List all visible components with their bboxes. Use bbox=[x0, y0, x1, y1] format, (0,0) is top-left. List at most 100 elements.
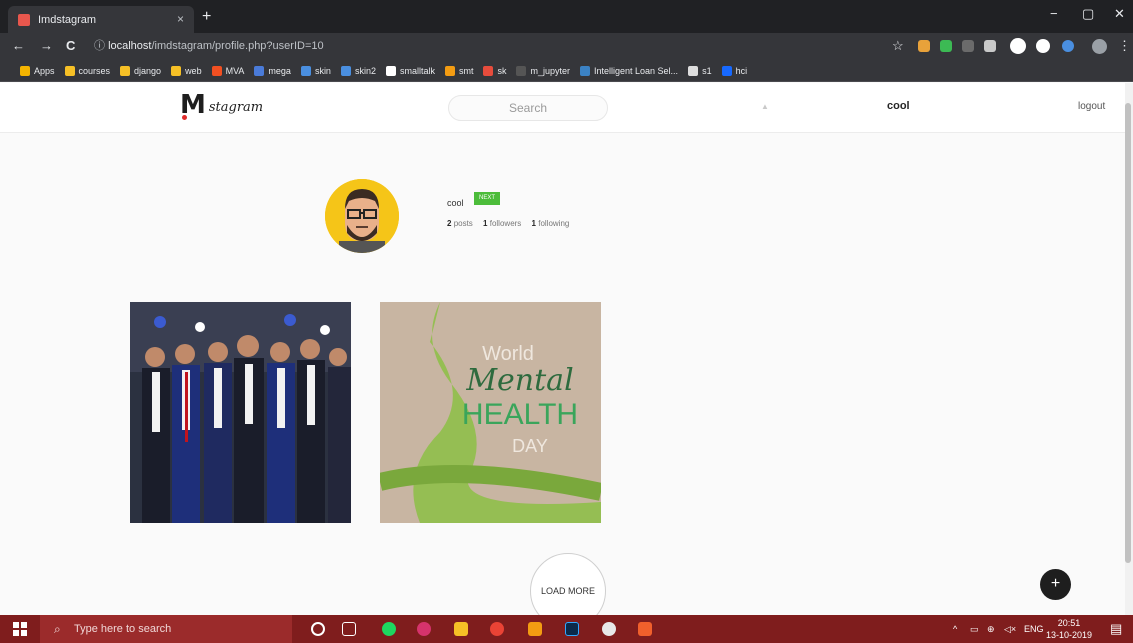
photoshop-icon[interactable] bbox=[565, 622, 579, 636]
search-icon: ⌕ bbox=[54, 622, 61, 636]
bookmark-icon bbox=[516, 65, 527, 76]
bookmark-icon bbox=[688, 65, 699, 76]
logo-dot-icon bbox=[182, 115, 187, 120]
extension-circle-icon[interactable] bbox=[1036, 39, 1050, 53]
bookmark-item[interactable]: MVA bbox=[211, 65, 244, 76]
extension-download-icon[interactable] bbox=[918, 40, 930, 52]
bookmark-item[interactable]: mega bbox=[254, 65, 291, 76]
bookmark-label: Apps bbox=[34, 65, 55, 76]
bookmark-icon bbox=[64, 65, 75, 76]
extension-avatar-icon[interactable] bbox=[1010, 38, 1026, 54]
bookmark-item[interactable]: smalltalk bbox=[385, 65, 435, 76]
battery-icon[interactable]: ▭ bbox=[970, 615, 979, 643]
chrome-icon[interactable] bbox=[490, 622, 504, 636]
sublime-icon[interactable] bbox=[528, 622, 542, 636]
address-bar[interactable]: ⓘ localhost/imdstagram/profile.php?userI… bbox=[88, 36, 878, 57]
extension-puzzle-icon[interactable] bbox=[984, 40, 996, 52]
tray-caret-icon[interactable]: ^ bbox=[953, 615, 957, 643]
extension-grey-icon[interactable] bbox=[962, 40, 974, 52]
forward-button[interactable]: → bbox=[40, 38, 53, 53]
bookmark-item[interactable]: Apps bbox=[20, 65, 55, 76]
profile-stats: 2 posts 1 followers 1 following bbox=[447, 219, 577, 228]
minimize-button[interactable]: − bbox=[1050, 6, 1058, 21]
clock-date: 13-10-2019 bbox=[1046, 630, 1093, 640]
extension-shield-icon[interactable] bbox=[940, 40, 952, 52]
followers-stat[interactable]: 1 followers bbox=[483, 219, 525, 228]
site-header: M stagram Search ▲ cool logout bbox=[0, 83, 1133, 133]
cortana-icon[interactable] bbox=[311, 622, 325, 636]
volume-icon[interactable]: ◁× bbox=[1004, 615, 1016, 643]
back-button[interactable]: ← bbox=[12, 38, 25, 53]
add-post-button[interactable]: + bbox=[1040, 569, 1071, 600]
posts-stat: 2 posts bbox=[447, 219, 473, 228]
taskbar-clock[interactable]: 20:51 13-10-2019 bbox=[1046, 617, 1092, 641]
app-red-icon[interactable] bbox=[417, 622, 431, 636]
xampp-icon[interactable] bbox=[638, 622, 652, 636]
bookmark-label: s1 bbox=[702, 65, 712, 76]
maximize-button[interactable]: ▢ bbox=[1082, 6, 1094, 22]
bookmark-icon bbox=[120, 65, 131, 76]
site-logo[interactable]: M stagram bbox=[180, 92, 263, 120]
taskbar-search-input[interactable]: ⌕ Type here to search bbox=[40, 615, 292, 643]
header-username-link[interactable]: cool bbox=[887, 100, 910, 112]
reload-button[interactable]: C bbox=[66, 38, 75, 53]
search-input[interactable]: Search bbox=[448, 95, 608, 121]
bookmark-label: django bbox=[134, 65, 162, 76]
bookmark-item[interactable]: s1 bbox=[688, 65, 712, 76]
poster-line-1: World bbox=[482, 343, 534, 365]
notification-icon[interactable]: ▲ bbox=[761, 102, 769, 111]
bookmark-item[interactable]: hci bbox=[721, 65, 747, 76]
task-view-icon[interactable] bbox=[342, 622, 356, 636]
menu-kebab-icon[interactable]: ⋮ bbox=[1118, 38, 1131, 54]
spotify-icon[interactable] bbox=[382, 622, 396, 636]
bookmark-item[interactable]: web bbox=[171, 65, 202, 76]
mental-health-poster-image: World Mental HEALTH DAY bbox=[380, 302, 601, 523]
bookmark-item[interactable]: skin2 bbox=[340, 65, 376, 76]
windows-logo-icon bbox=[13, 622, 27, 636]
bookmark-item[interactable]: skin bbox=[300, 65, 331, 76]
start-button[interactable] bbox=[0, 615, 40, 643]
post-thumbnail-2[interactable]: World Mental HEALTH DAY bbox=[380, 302, 601, 523]
profile-name: cool bbox=[447, 198, 464, 208]
new-tab-button[interactable]: + bbox=[202, 8, 211, 26]
bookmark-label: Intelligent Loan Sel... bbox=[594, 65, 679, 76]
bookmark-label: mega bbox=[268, 65, 291, 76]
load-more-button[interactable]: LOAD MORE bbox=[530, 553, 606, 615]
page-scrollbar[interactable] bbox=[1125, 83, 1133, 615]
following-stat[interactable]: 1 following bbox=[532, 219, 574, 228]
close-window-button[interactable]: ✕ bbox=[1114, 6, 1125, 22]
bookmark-item[interactable]: m_jupyter bbox=[516, 65, 570, 76]
post-thumbnail-1[interactable] bbox=[130, 302, 351, 523]
bookmark-icon bbox=[254, 65, 265, 76]
bookmark-item[interactable]: Intelligent Loan Sel... bbox=[580, 65, 679, 76]
app-white-icon[interactable] bbox=[602, 622, 616, 636]
bookmark-label: courses bbox=[78, 65, 111, 76]
browser-tab-bar: Imdstagram × + − ▢ ✕ bbox=[0, 0, 1133, 33]
bookmark-icon bbox=[20, 65, 30, 76]
bookmark-label: smalltalk bbox=[399, 65, 435, 76]
file-explorer-icon[interactable] bbox=[454, 622, 468, 636]
bookmark-star-icon[interactable]: ☆ bbox=[892, 38, 904, 54]
network-icon[interactable]: ⊕ bbox=[987, 615, 995, 643]
next-badge[interactable]: NEXT bbox=[474, 192, 500, 205]
bookmark-icon bbox=[580, 65, 590, 76]
profile-avatar-icon[interactable] bbox=[1092, 39, 1107, 54]
site-info-icon[interactable]: ⓘ bbox=[94, 40, 105, 52]
bookmark-label: skin2 bbox=[354, 65, 376, 76]
bookmark-item[interactable]: courses bbox=[64, 65, 111, 76]
language-indicator[interactable]: ENG bbox=[1024, 615, 1044, 643]
bookmark-icon bbox=[444, 65, 455, 76]
logout-link[interactable]: logout bbox=[1078, 101, 1105, 112]
bookmark-icon bbox=[721, 65, 732, 76]
notifications-icon[interactable]: ▤ bbox=[1110, 615, 1122, 643]
bookmark-icon bbox=[385, 65, 396, 76]
poster-line-2: Mental bbox=[465, 363, 573, 398]
scrollbar-thumb[interactable] bbox=[1125, 103, 1131, 563]
bookmark-item[interactable]: sk bbox=[483, 65, 506, 76]
extension-blue-icon[interactable] bbox=[1062, 40, 1074, 52]
tab-close-icon[interactable]: × bbox=[177, 12, 184, 26]
poster-line-3: HEALTH bbox=[462, 398, 578, 431]
bookmark-item[interactable]: smt bbox=[444, 65, 473, 76]
browser-tab[interactable]: Imdstagram × bbox=[8, 6, 194, 33]
bookmark-item[interactable]: django bbox=[120, 65, 162, 76]
